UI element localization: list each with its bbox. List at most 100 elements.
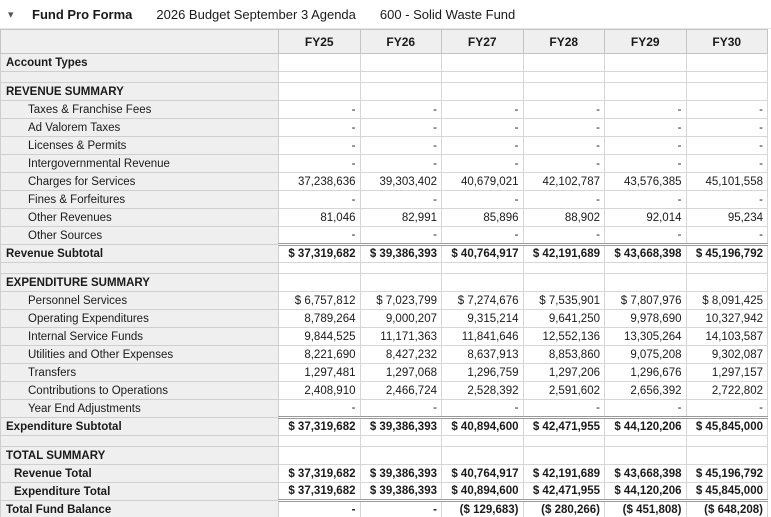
row-label: Revenue Total (1, 465, 279, 483)
value-cell: 82,991 (360, 209, 442, 227)
value-cell: 1,297,481 (279, 364, 361, 382)
value-cell (442, 274, 524, 292)
value-cell: $ 7,274,676 (442, 292, 524, 310)
value-cell (605, 54, 687, 72)
value-cell: - (523, 191, 605, 209)
value-cell: 8,637,913 (442, 346, 524, 364)
value-cell: $ 45,196,792 (686, 465, 768, 483)
value-cell (279, 436, 361, 447)
value-cell: $ 6,757,812 (279, 292, 361, 310)
value-cell: - (686, 227, 768, 245)
table-header-row: FY25FY26FY27FY28FY29FY30 (1, 30, 768, 54)
value-cell (523, 263, 605, 274)
value-cell: - (360, 119, 442, 137)
value-cell (686, 263, 768, 274)
value-cell: $ 42,471,955 (523, 483, 605, 501)
value-cell: $ 39,386,393 (360, 418, 442, 436)
fund-pro-forma-table: FY25FY26FY27FY28FY29FY30 Account Types RE… (0, 29, 768, 517)
value-cell (442, 83, 524, 101)
value-cell: $ 43,668,398 (605, 465, 687, 483)
value-cell: $ 45,196,792 (686, 245, 768, 263)
value-cell (605, 436, 687, 447)
row-label: Fines & Forfeitures (1, 191, 279, 209)
value-cell: 92,014 (605, 209, 687, 227)
value-cell (605, 263, 687, 274)
value-cell: - (605, 400, 687, 418)
value-cell: - (523, 227, 605, 245)
table-row-total-fund-balance: Total Fund Balance--($ 129,683)($ 280,26… (1, 501, 768, 517)
table-row-account-types: Account Types (1, 54, 768, 72)
value-cell: - (686, 400, 768, 418)
value-cell: 1,297,157 (686, 364, 768, 382)
value-cell: - (523, 101, 605, 119)
value-cell (686, 72, 768, 83)
value-cell (360, 274, 442, 292)
value-cell: - (523, 400, 605, 418)
topbar: ▾ Fund Pro Forma 2026 Budget September 3… (0, 0, 771, 29)
value-cell (523, 54, 605, 72)
value-cell: ($ 451,808) (605, 501, 687, 517)
value-cell: $ 37,319,682 (279, 245, 361, 263)
table-row-transfers: Transfers1,297,4811,297,0681,296,7591,29… (1, 364, 768, 382)
row-label-header (1, 30, 279, 54)
column-header-fy27: FY27 (442, 30, 524, 54)
value-cell: 2,528,392 (442, 382, 524, 400)
value-cell (279, 54, 361, 72)
value-cell: $ 44,120,206 (605, 483, 687, 501)
value-cell (686, 447, 768, 465)
value-cell: 8,853,860 (523, 346, 605, 364)
row-label: Transfers (1, 364, 279, 382)
value-cell: - (686, 191, 768, 209)
value-cell (360, 72, 442, 83)
value-cell: 13,305,264 (605, 328, 687, 346)
value-cell: - (442, 400, 524, 418)
fund-name: 600 - Solid Waste Fund (380, 7, 515, 22)
value-cell: $ 40,894,600 (442, 483, 524, 501)
row-label: Operating Expenditures (1, 310, 279, 328)
value-cell: 2,591,602 (523, 382, 605, 400)
value-cell: 81,046 (279, 209, 361, 227)
table-row-charges-for-services: Charges for Services37,238,63639,303,402… (1, 173, 768, 191)
value-cell: - (442, 119, 524, 137)
table-row-operating-expenditures: Operating Expenditures8,789,2649,000,207… (1, 310, 768, 328)
collapse-caret-icon[interactable]: ▾ (8, 8, 32, 21)
value-cell: $ 40,894,600 (442, 418, 524, 436)
value-cell: - (442, 155, 524, 173)
value-cell: - (605, 119, 687, 137)
value-cell: - (523, 137, 605, 155)
row-label: Licenses & Permits (1, 137, 279, 155)
row-label: REVENUE SUMMARY (1, 83, 279, 101)
row-label: Other Revenues (1, 209, 279, 227)
column-header-fy30: FY30 (686, 30, 768, 54)
value-cell (279, 447, 361, 465)
value-cell (523, 83, 605, 101)
column-header-fy26: FY26 (360, 30, 442, 54)
table-row-expenditure-summary: EXPENDITURE SUMMARY (1, 274, 768, 292)
value-cell (360, 447, 442, 465)
value-cell: - (279, 191, 361, 209)
column-header-fy29: FY29 (605, 30, 687, 54)
value-cell: - (360, 101, 442, 119)
value-cell (686, 274, 768, 292)
table-row-expenditure-subtotal: Expenditure Subtotal$ 37,319,682$ 39,386… (1, 418, 768, 436)
value-cell: 1,296,676 (605, 364, 687, 382)
row-label: Internal Service Funds (1, 328, 279, 346)
value-cell: - (523, 119, 605, 137)
row-label: Ad Valorem Taxes (1, 119, 279, 137)
value-cell: - (360, 227, 442, 245)
value-cell: $ 42,471,955 (523, 418, 605, 436)
value-cell (605, 274, 687, 292)
value-cell: - (523, 155, 605, 173)
row-label: Year End Adjustments (1, 400, 279, 418)
value-cell: 9,315,214 (442, 310, 524, 328)
value-cell: 12,552,136 (523, 328, 605, 346)
value-cell: 1,296,759 (442, 364, 524, 382)
row-label: Account Types (1, 54, 279, 72)
value-cell (686, 436, 768, 447)
row-label: Expenditure Subtotal (1, 418, 279, 436)
table-row-contributions-to-operations: Contributions to Operations2,408,9102,46… (1, 382, 768, 400)
value-cell (360, 436, 442, 447)
value-cell: $ 7,023,799 (360, 292, 442, 310)
row-label: TOTAL SUMMARY (1, 447, 279, 465)
value-cell: 9,978,690 (605, 310, 687, 328)
